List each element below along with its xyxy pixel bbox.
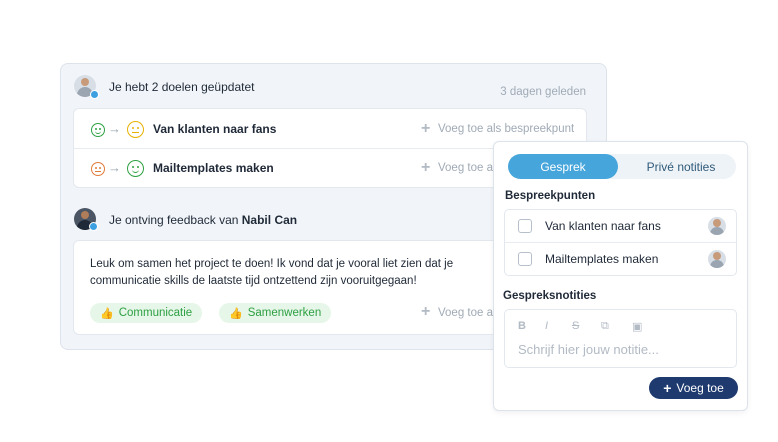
user-avatar [708, 250, 726, 268]
status-dot [89, 222, 98, 231]
bold-icon[interactable]: B [518, 320, 526, 332]
add-agenda-link[interactable]: Voeg toe a [438, 162, 493, 174]
plus-icon[interactable]: + [421, 304, 430, 320]
plus-icon: + [663, 380, 672, 396]
tab-gesprek[interactable]: Gesprek [508, 154, 618, 179]
plus-icon[interactable]: + [421, 121, 430, 137]
section-title: Gespreksnotities [503, 290, 597, 302]
user-avatar [708, 217, 726, 235]
green-happy-icon [91, 123, 105, 137]
thumbs-up-icon: 👍 [100, 307, 114, 320]
conversation-panel: Gesprek Privé notities Bespreekpunten Va… [493, 141, 748, 411]
agenda-checkbox[interactable] [518, 219, 532, 233]
feed-item-time: 3 dagen geleden [500, 86, 586, 98]
add-agenda-link[interactable]: Voeg toe als bespreekpunt [438, 123, 574, 135]
notes-placeholder: Schrijf hier jouw notitie... [518, 342, 659, 357]
agenda-item: Mailtemplates maken [545, 252, 659, 266]
arrow-right-icon: → [108, 121, 121, 136]
sender-name[interactable]: Nabil Can [242, 213, 297, 227]
file-icon[interactable]: ▣ [632, 320, 642, 333]
plus-icon[interactable]: + [421, 160, 430, 176]
agenda-list: Van klanten naar fans Mailtemplates make… [504, 209, 737, 276]
tag-communicatie: 👍 Communicatie [90, 303, 203, 323]
orange-neutral-icon [91, 162, 105, 176]
feedback-message-line: communicatie skills de laatste tijd ontz… [90, 275, 417, 287]
add-note-button[interactable]: + Voeg toe [649, 377, 738, 399]
feedback-message-line: Leuk om samen het project te doen! Ik vo… [90, 258, 454, 270]
tag-samenwerken: 👍 Samenwerken [219, 303, 332, 323]
yellow-neutral-icon [127, 121, 144, 138]
image-icon[interactable]: ⧉ [601, 320, 609, 333]
add-agenda-link[interactable]: Voeg toe a [438, 307, 493, 319]
agenda-item: Van klanten naar fans [545, 219, 661, 233]
tab-prive-notities[interactable]: Privé notities [626, 154, 736, 179]
feed-item-title: Je hebt 2 doelen geüpdatet [109, 80, 255, 94]
goal-label: Van klanten naar fans [153, 122, 277, 136]
agenda-checkbox[interactable] [518, 252, 532, 266]
arrow-right-icon: → [108, 160, 121, 175]
status-dot [90, 90, 99, 99]
strikethrough-icon[interactable]: S [572, 320, 579, 332]
section-title: Bespreekpunten [505, 190, 596, 202]
feed-item-title: Je ontving feedback van Nabil Can [109, 213, 298, 227]
italic-icon[interactable]: I [545, 320, 548, 332]
notes-editor[interactable]: B I S ⧉ ▣ Schrijf hier jouw notitie... [504, 309, 737, 368]
thumbs-up-icon: 👍 [229, 307, 243, 320]
green-happy-icon [127, 160, 144, 177]
goal-label: Mailtemplates maken [153, 161, 274, 175]
tab-switcher: Gesprek Privé notities [508, 154, 736, 179]
